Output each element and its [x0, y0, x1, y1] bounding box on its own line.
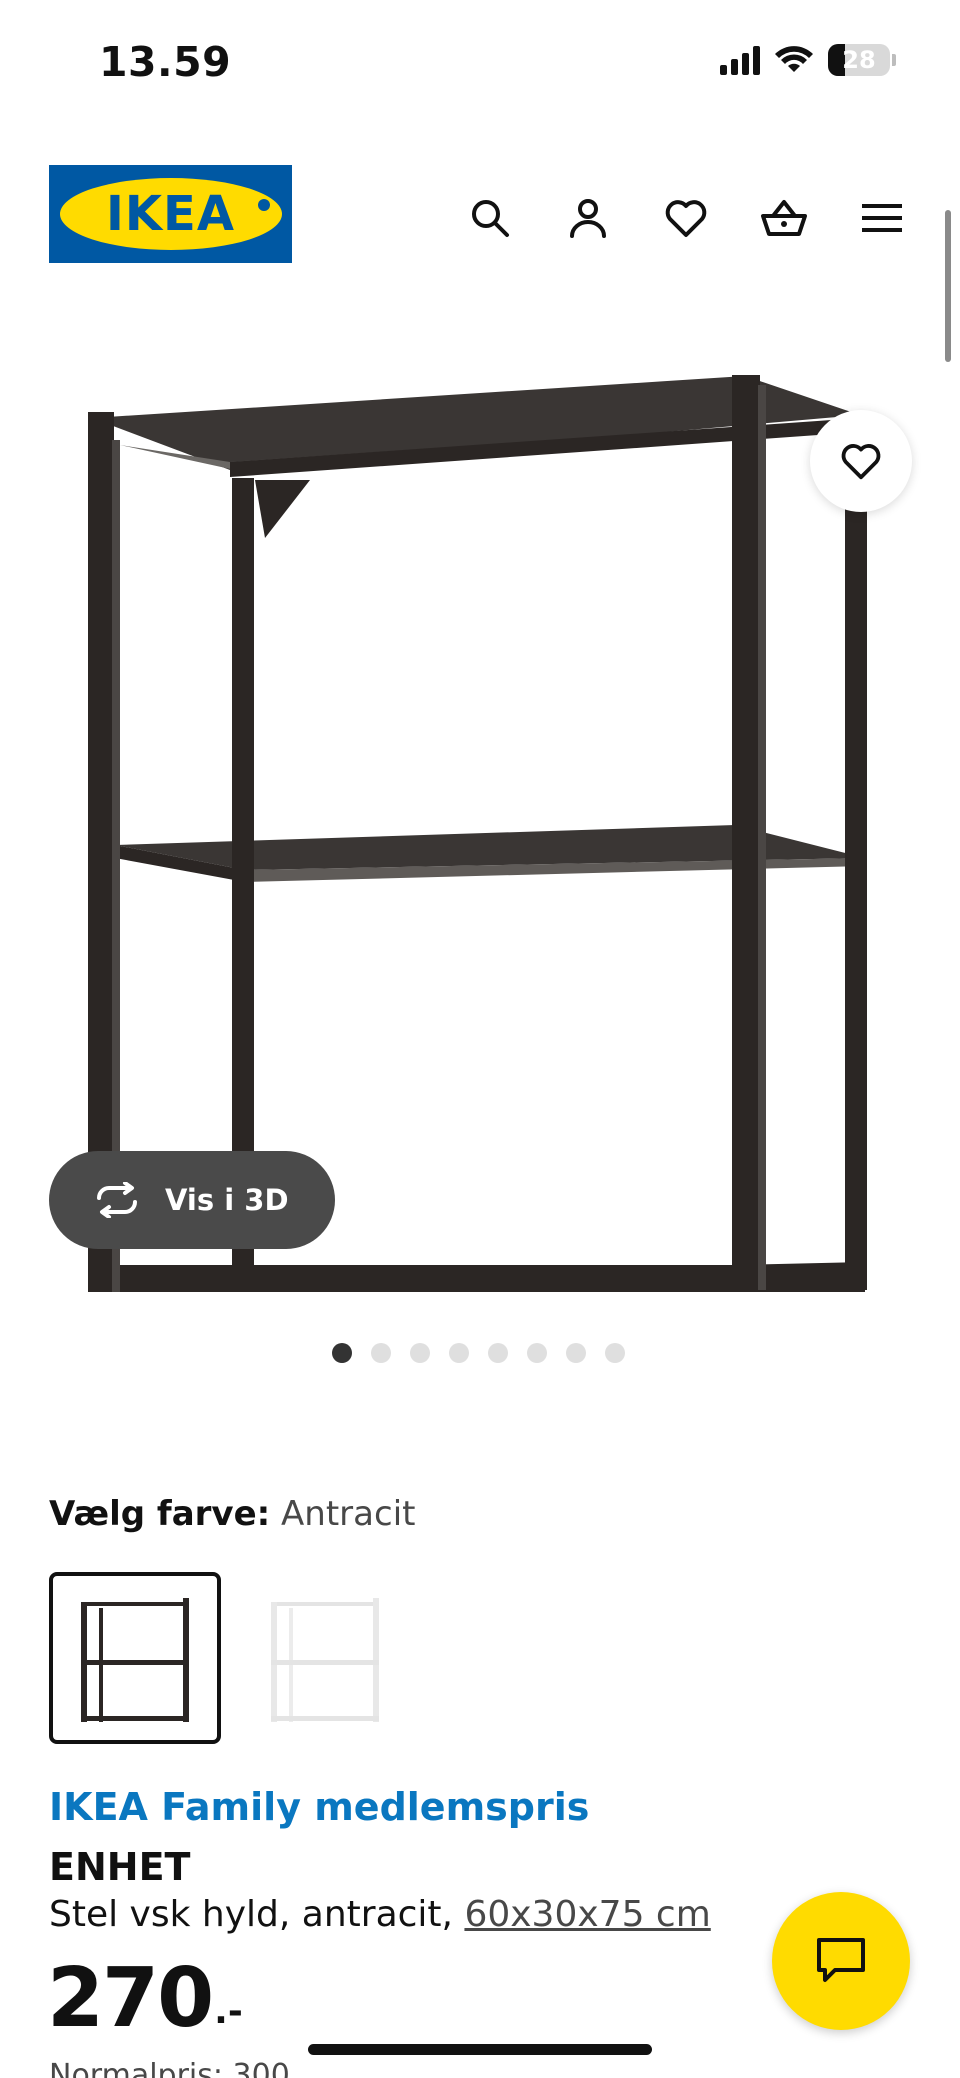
carousel-dot[interactable]: [488, 1343, 508, 1363]
product-price: 270 .-: [47, 1958, 243, 2040]
ikea-logo[interactable]: IKEA: [49, 165, 292, 263]
chat-button[interactable]: [772, 1892, 910, 2030]
site-header: IKEA: [0, 160, 960, 270]
swatch-white[interactable]: [239, 1572, 411, 1744]
carousel-dot[interactable]: [449, 1343, 469, 1363]
chat-icon: [817, 1938, 865, 1982]
color-selector-label: Vælg farve: Antracit: [49, 1494, 415, 1534]
menu-button[interactable]: [850, 186, 914, 250]
color-value: Antracit: [281, 1494, 416, 1534]
price-value: 270: [47, 1951, 214, 2046]
carousel-dot[interactable]: [371, 1343, 391, 1363]
basket-icon: [761, 200, 807, 236]
normal-price: Normalpris: 300: [49, 2058, 290, 2078]
search-icon: [472, 200, 509, 237]
carousel-dot[interactable]: [332, 1343, 352, 1363]
heart-icon: [841, 444, 881, 480]
search-button[interactable]: [458, 186, 522, 250]
favorites-button[interactable]: [654, 186, 718, 250]
header-actions: [458, 186, 914, 250]
carousel-dot[interactable]: [410, 1343, 430, 1363]
profile-button[interactable]: [556, 186, 620, 250]
wifi-icon: [775, 46, 813, 72]
product-description: Stel vsk hyld, antracit, 60x30x75 cm: [49, 1894, 711, 1935]
status-bar: 13.59 28: [0, 0, 960, 120]
logo-text: IKEA: [106, 186, 235, 242]
image-carousel-dots: [0, 1343, 960, 1363]
profile-icon: [570, 199, 606, 238]
menu-icon: [862, 204, 902, 232]
status-time: 13.59: [99, 38, 232, 86]
battery-level: 28: [842, 46, 876, 74]
price-suffix: .-: [214, 1991, 243, 2032]
home-indicator[interactable]: [308, 2044, 652, 2055]
white-thumbnail: [271, 1598, 379, 1722]
carousel-dot[interactable]: [566, 1343, 586, 1363]
heart-icon: [665, 200, 707, 237]
normal-price-value: 300: [232, 2058, 290, 2078]
battery-icon: 28: [828, 44, 890, 76]
product-dimensions-link[interactable]: 60x30x75 cm: [464, 1894, 710, 1935]
view-in-3d-label: Vis i 3D: [165, 1183, 289, 1217]
carousel-dot[interactable]: [527, 1343, 547, 1363]
carousel-dot[interactable]: [605, 1343, 625, 1363]
view-in-3d-button[interactable]: Vis i 3D: [49, 1151, 335, 1249]
color-label: Vælg farve:: [49, 1494, 271, 1534]
product-description-text: Stel vsk hyld, antracit,: [49, 1894, 453, 1935]
save-to-favorites-button[interactable]: [810, 410, 912, 512]
rotate-3d-icon: [97, 1182, 137, 1218]
family-price-label: IKEA Family medlemspris: [49, 1785, 590, 1829]
product-name: ENHET: [49, 1845, 191, 1889]
anthracite-thumbnail: [81, 1598, 189, 1722]
normal-price-label: Normalpris:: [49, 2058, 223, 2078]
status-icons: 28: [720, 44, 896, 76]
color-swatches: [49, 1572, 411, 1744]
basket-button[interactable]: [752, 186, 816, 250]
cellular-signal-icon: [720, 45, 760, 75]
swatch-anthracite[interactable]: [49, 1572, 221, 1744]
